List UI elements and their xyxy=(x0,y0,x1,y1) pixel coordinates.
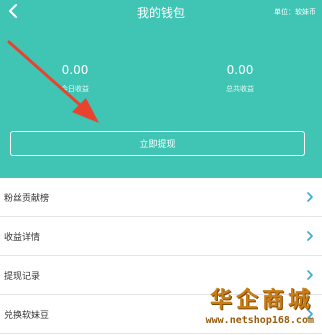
top-bar: 我的钱包 单位：软妹币 xyxy=(0,0,322,24)
menu-item-label: 粉丝贡献榜 xyxy=(4,193,50,204)
total-earnings-value: 0.00 xyxy=(226,63,254,77)
withdraw-now-button[interactable]: 立即提现 xyxy=(10,131,305,156)
menu-item-label: 收益详情 xyxy=(4,232,41,243)
menu-item-fan-contribution[interactable]: 粉丝贡献榜 xyxy=(0,178,322,217)
today-earnings-label: 今日收益 xyxy=(61,85,89,93)
chevron-right-icon xyxy=(307,309,313,319)
menu-item-label: 兑换软妹豆 xyxy=(4,310,50,321)
chevron-right-icon xyxy=(307,192,313,202)
menu-item-exchange-beans[interactable]: 兑换软妹豆 xyxy=(0,295,322,334)
chevron-right-icon xyxy=(307,270,313,280)
chevron-right-icon xyxy=(307,231,313,241)
total-earnings-label: 总共收益 xyxy=(226,85,254,93)
wallet-header: 我的钱包 单位：软妹币 0.00 今日收益 0.00 总共收益 立即提现 xyxy=(0,0,322,178)
wallet-menu: 粉丝贡献榜 收益详情 提现记录 兑换软妹豆 xyxy=(0,178,322,334)
menu-item-earnings-detail[interactable]: 收益详情 xyxy=(0,217,322,256)
today-earnings: 0.00 今日收益 xyxy=(15,62,135,94)
menu-item-label: 提现记录 xyxy=(4,271,41,282)
menu-item-withdraw-records[interactable]: 提现记录 xyxy=(0,256,322,295)
total-earnings: 0.00 总共收益 xyxy=(180,62,300,94)
currency-unit: 单位：软妹币 xyxy=(274,8,316,16)
today-earnings-value: 0.00 xyxy=(61,63,89,77)
